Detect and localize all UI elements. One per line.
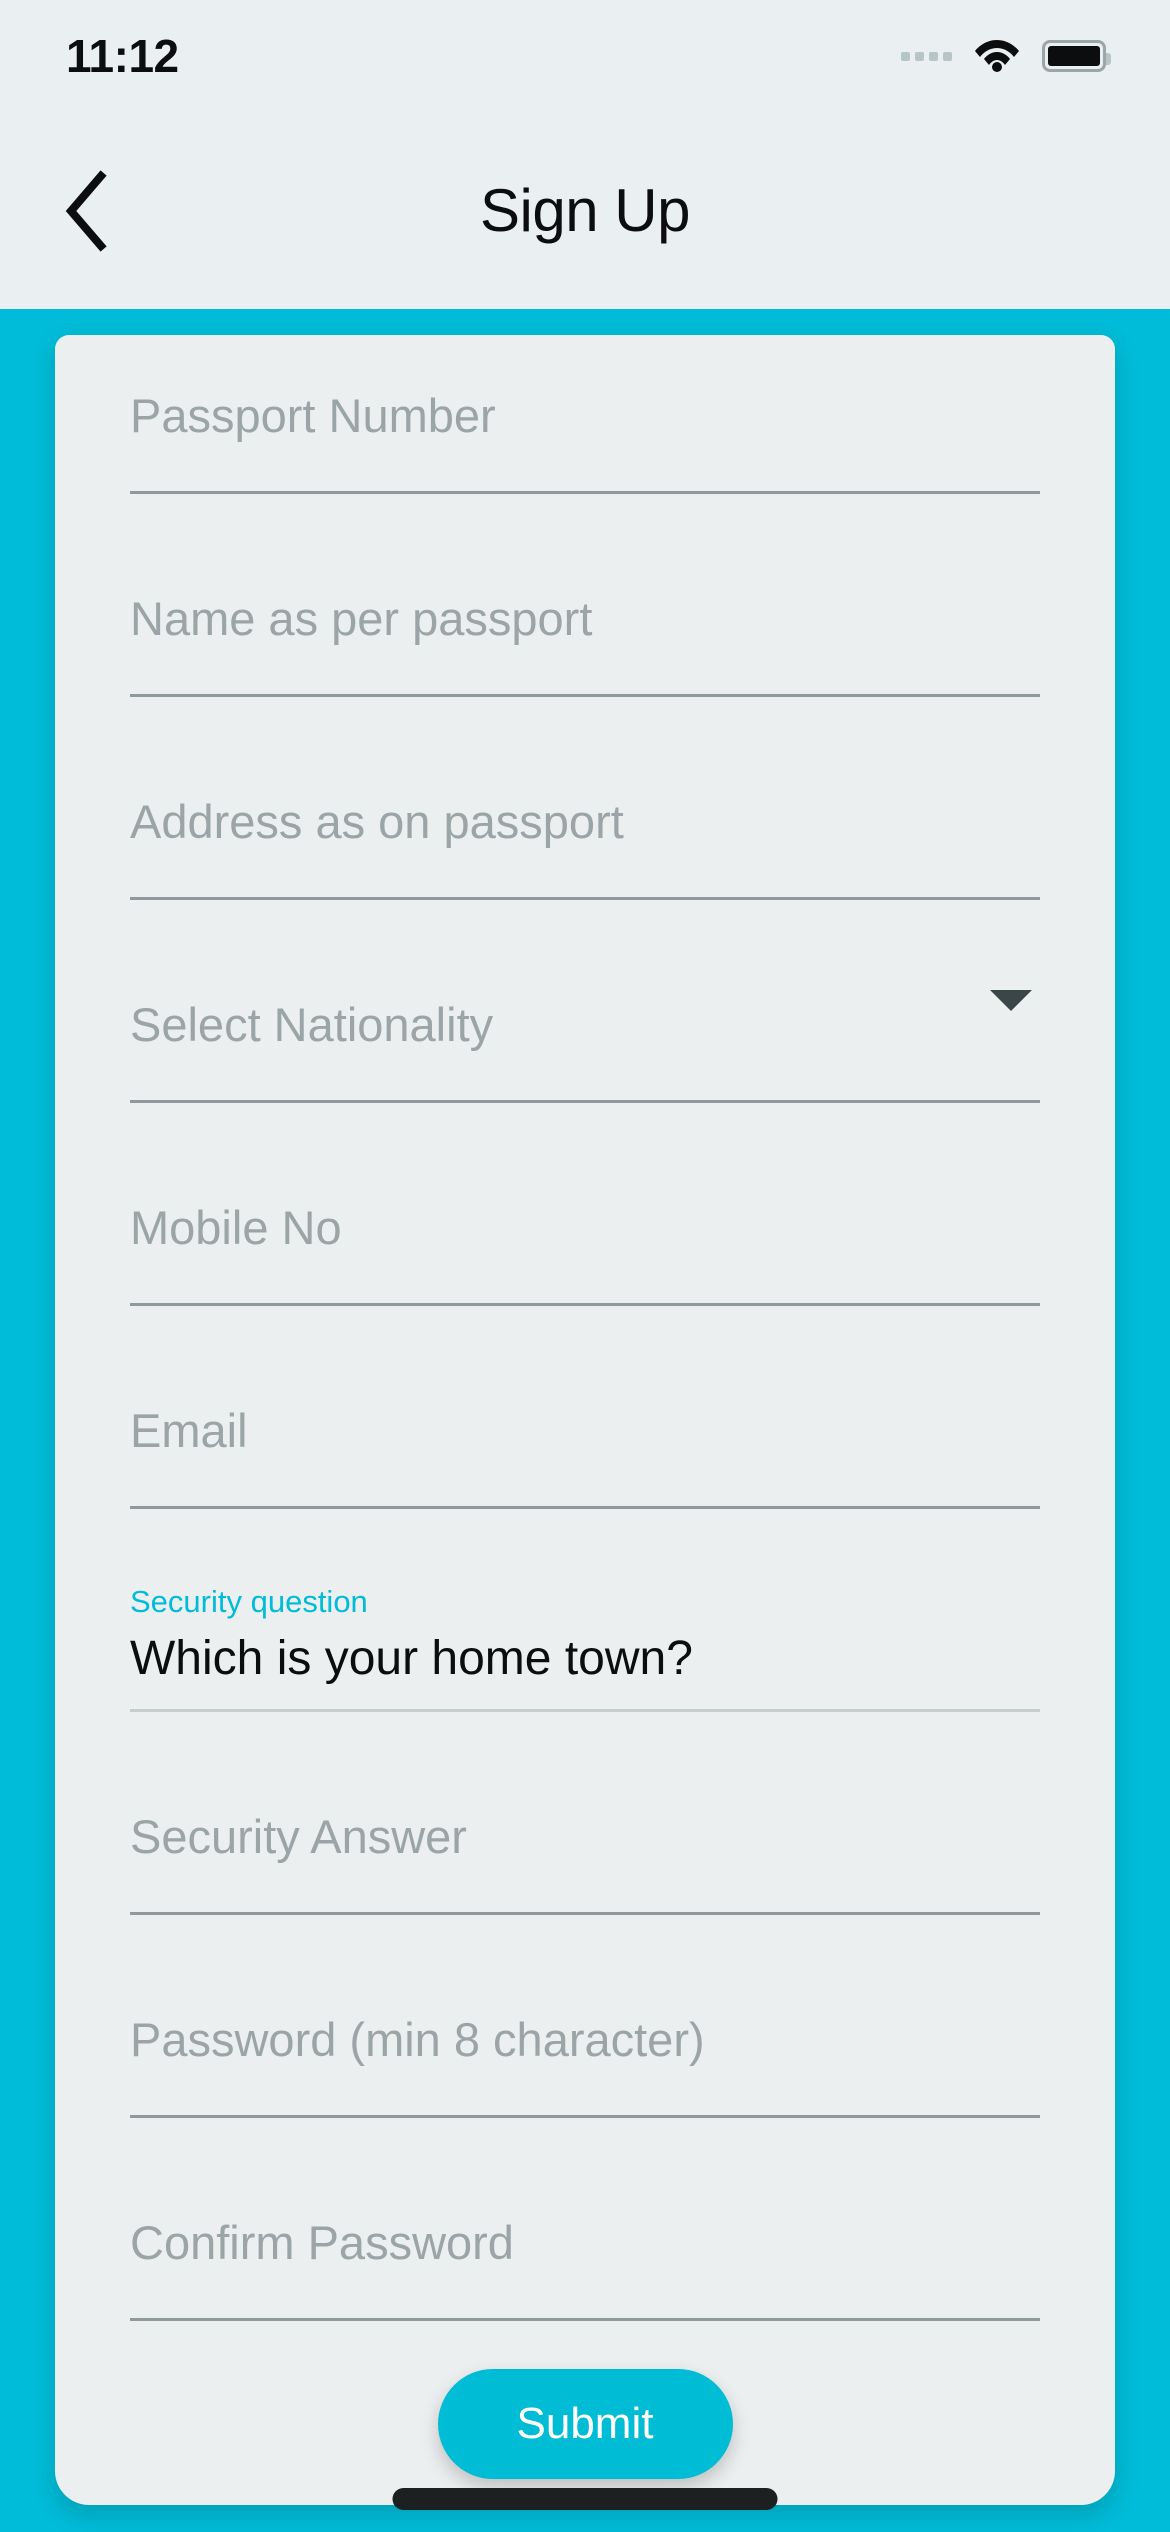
signal-dots-icon: [901, 51, 952, 61]
nationality-placeholder: Select Nationality: [130, 998, 494, 1051]
address-passport-field[interactable]: Address as on passport: [130, 697, 1040, 900]
signup-card: Passport Number Name as per passport Add…: [55, 335, 1115, 2505]
name-as-passport-field[interactable]: Name as per passport: [130, 494, 1040, 697]
page-title: Sign Up: [480, 177, 690, 244]
back-button[interactable]: [40, 165, 132, 257]
address-passport-placeholder: Address as on passport: [130, 795, 624, 848]
confirm-password-placeholder: Confirm Password: [130, 2216, 514, 2269]
email-placeholder: Email: [130, 1404, 248, 1457]
email-field[interactable]: Email: [130, 1306, 1040, 1509]
chevron-left-icon: [65, 169, 107, 252]
status-time: 11:12: [66, 30, 179, 82]
security-question-value: Which is your home town?: [130, 1632, 693, 1685]
passport-number-placeholder: Passport Number: [130, 389, 496, 442]
signup-form: Passport Number Name as per passport Add…: [55, 335, 1115, 2489]
field-underline: [130, 2318, 1040, 2321]
submit-button[interactable]: Submit: [437, 2369, 733, 2479]
phone-screen: 11:12 Sign Up Passport Number Name as pe…: [0, 0, 1170, 2532]
passport-number-field[interactable]: Passport Number: [130, 335, 1040, 494]
security-answer-placeholder: Security Answer: [130, 1810, 467, 1863]
security-answer-field[interactable]: Security Answer: [130, 1712, 1040, 1915]
home-indicator: [392, 2488, 778, 2510]
confirm-password-field[interactable]: Confirm Password: [130, 2118, 1040, 2321]
mobile-no-placeholder: Mobile No: [130, 1201, 342, 1254]
status-indicators: [901, 36, 1111, 77]
password-placeholder: Password (min 8 character): [130, 2013, 705, 2066]
status-bar: 11:12: [0, 0, 1170, 112]
name-as-passport-placeholder: Name as per passport: [130, 592, 593, 645]
battery-full-icon: [1042, 40, 1111, 72]
chevron-down-icon: [990, 990, 1032, 1011]
mobile-no-field[interactable]: Mobile No: [130, 1103, 1040, 1306]
submit-row: Submit: [130, 2321, 1040, 2489]
nationality-select[interactable]: Select Nationality: [130, 900, 1040, 1103]
password-field[interactable]: Password (min 8 character): [130, 1915, 1040, 2118]
navigation-bar: Sign Up: [0, 112, 1170, 309]
wifi-icon: [974, 36, 1020, 77]
security-question-select[interactable]: Security question Which is your home tow…: [130, 1509, 1040, 1712]
security-question-label: Security question: [130, 1584, 368, 1619]
